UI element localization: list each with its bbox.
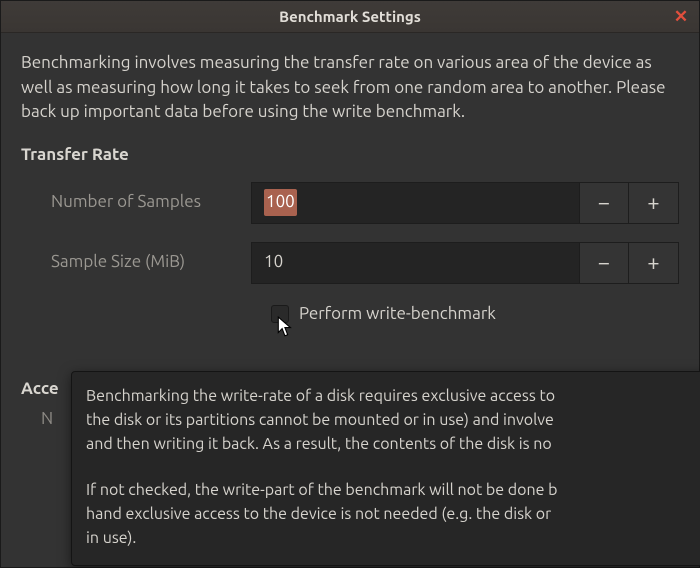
- sample-size-value: 10: [264, 250, 283, 275]
- number-of-samples-control: 100 − +: [251, 182, 679, 224]
- tooltip-line: If not checked, the write-part of the be…: [86, 478, 696, 502]
- window-title: Benchmark Settings: [279, 8, 421, 25]
- tooltip-line: Benchmarking the write-rate of a disk re…: [86, 384, 696, 408]
- write-benchmark-label: Perform write-benchmark: [299, 302, 496, 327]
- tooltip-line: the disk or its partitions cannot be mou…: [86, 408, 696, 432]
- plus-icon: +: [647, 187, 659, 219]
- tooltip-line: and then writing it back. As a result, t…: [86, 432, 696, 456]
- write-benchmark-tooltip: Benchmarking the write-rate of a disk re…: [71, 371, 700, 566]
- sample-size-row: Sample Size (MiB) 10 − +: [21, 242, 679, 284]
- plus-icon: +: [647, 247, 659, 279]
- tooltip-line: in use).: [86, 526, 696, 550]
- number-of-samples-value: 100: [264, 189, 297, 216]
- minus-icon: −: [598, 187, 610, 219]
- titlebar: Benchmark Settings ✕: [1, 1, 699, 33]
- sample-size-decrement[interactable]: −: [579, 242, 629, 284]
- number-of-samples-input[interactable]: 100: [251, 182, 579, 224]
- access-time-row-hint: N: [41, 409, 53, 428]
- access-time-header-truncated: Acce: [21, 379, 59, 398]
- sample-size-control: 10 − +: [251, 242, 679, 284]
- dialog-body: Benchmarking involves measuring the tran…: [1, 33, 699, 344]
- number-of-samples-increment[interactable]: +: [629, 182, 679, 224]
- close-icon: ✕: [674, 7, 688, 27]
- write-benchmark-row: Perform write-benchmark: [271, 302, 679, 327]
- minus-icon: −: [598, 247, 610, 279]
- benchmark-settings-window: Benchmark Settings ✕ Benchmarking involv…: [0, 0, 700, 568]
- number-of-samples-row: Number of Samples 100 − +: [21, 182, 679, 224]
- sample-size-label: Sample Size (MiB): [21, 250, 251, 275]
- close-button[interactable]: ✕: [671, 7, 691, 27]
- intro-text: Benchmarking involves measuring the tran…: [21, 51, 679, 125]
- number-of-samples-decrement[interactable]: −: [579, 182, 629, 224]
- tooltip-line: hand exclusive access to the device is n…: [86, 502, 696, 526]
- sample-size-increment[interactable]: +: [629, 242, 679, 284]
- write-benchmark-checkbox[interactable]: [271, 305, 289, 323]
- sample-size-input[interactable]: 10: [251, 242, 579, 284]
- number-of-samples-label: Number of Samples: [21, 190, 251, 215]
- transfer-rate-header: Transfer Rate: [21, 143, 679, 168]
